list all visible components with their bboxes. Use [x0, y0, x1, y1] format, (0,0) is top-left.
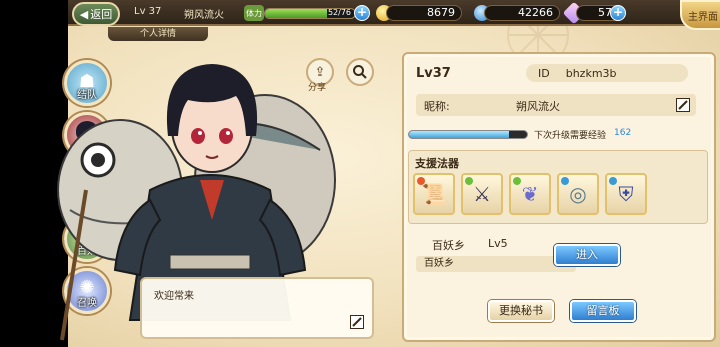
- tab-personal-details[interactable]: 个人详情: [108, 27, 208, 41]
- player-level: Lv 37: [134, 6, 162, 17]
- fire-element-icon: [417, 177, 425, 185]
- nickname-value: 朔风流火: [516, 100, 560, 113]
- guild-name: 百妖乡: [432, 239, 465, 252]
- stamina-text: 52/76: [327, 8, 351, 17]
- support-slot-4[interactable]: ◎: [557, 173, 599, 215]
- water-element-icon: [609, 177, 617, 185]
- back-arrow-icon: ◀: [79, 7, 89, 21]
- top-bar: ◀ 返回 Lv 37 朔风流火 体力 52/76 + 8679 42266 57…: [68, 0, 720, 30]
- nickname-row: 昵称: 朔风流火: [416, 94, 696, 116]
- stamina-icon: 体力: [244, 5, 264, 21]
- gold-counter: 8679: [386, 5, 462, 21]
- edit-nickname-icon[interactable]: [676, 98, 690, 112]
- ring-icon: ◎: [569, 182, 587, 206]
- xp-bar: [408, 130, 528, 139]
- xp-value: 162: [614, 128, 632, 138]
- support-title: 支援法器: [415, 157, 459, 170]
- greeting-text: 欢迎常来: [154, 291, 194, 302]
- magnifier-icon: [353, 65, 367, 79]
- support-slot-3[interactable]: ❦: [509, 173, 551, 215]
- water-element-icon: [561, 177, 569, 185]
- wood-element-icon: [465, 177, 473, 185]
- add-stamina-button[interactable]: +: [354, 5, 370, 21]
- profile-level: Lv37: [416, 66, 451, 81]
- wood-element-icon: [513, 177, 521, 185]
- stamina-fill: [265, 9, 327, 18]
- scroll-icon: 📜: [421, 182, 447, 206]
- guild-box: 百妖乡: [416, 256, 576, 272]
- stamina-bar: 52/76: [264, 8, 356, 19]
- support-slot-1[interactable]: 📜: [413, 173, 455, 215]
- xp-label: 下次升级需要经验: [534, 131, 607, 141]
- support-slot-5[interactable]: ⛨: [605, 173, 647, 215]
- guild-level: Lv5: [488, 237, 508, 250]
- share-label: 分享: [308, 83, 327, 93]
- back-label: 返回: [90, 8, 113, 21]
- armor-icon: ⛨: [618, 182, 634, 206]
- change-secretary-button[interactable]: 更换秘书: [488, 300, 554, 322]
- xp-fill: [409, 131, 510, 138]
- back-button[interactable]: ◀ 返回: [72, 2, 120, 26]
- profile-panel: Lv37 ID bhzkm3b 昵称: 朔风流火 下次升级需要经验 162 支援…: [402, 52, 716, 342]
- nickname-label: 昵称:: [424, 100, 450, 113]
- soul-counter: 42266: [484, 5, 560, 21]
- enter-guild-button[interactable]: 进入: [554, 244, 620, 266]
- support-slot-2[interactable]: ⚔: [461, 173, 503, 215]
- home-label: 主界面: [688, 11, 718, 23]
- message-board-button[interactable]: 留言板: [570, 300, 636, 322]
- player-nickname: 朔风流火: [184, 10, 224, 21]
- add-gem-button[interactable]: +: [610, 5, 626, 21]
- profile-id: ID bhzkm3b: [526, 64, 688, 82]
- crossbow-icon: ⚔: [473, 182, 491, 206]
- greeting-box: 欢迎常来: [140, 277, 374, 339]
- share-icon: ⇪: [314, 64, 326, 80]
- zoom-button[interactable]: [346, 58, 374, 86]
- edit-greeting-icon[interactable]: [350, 315, 364, 329]
- home-button[interactable]: 主界面: [680, 0, 720, 30]
- ribbon-icon: ❦: [521, 182, 539, 206]
- support-artifacts: 支援法器 📜 ⚔ ❦ ◎ ⛨: [408, 150, 708, 224]
